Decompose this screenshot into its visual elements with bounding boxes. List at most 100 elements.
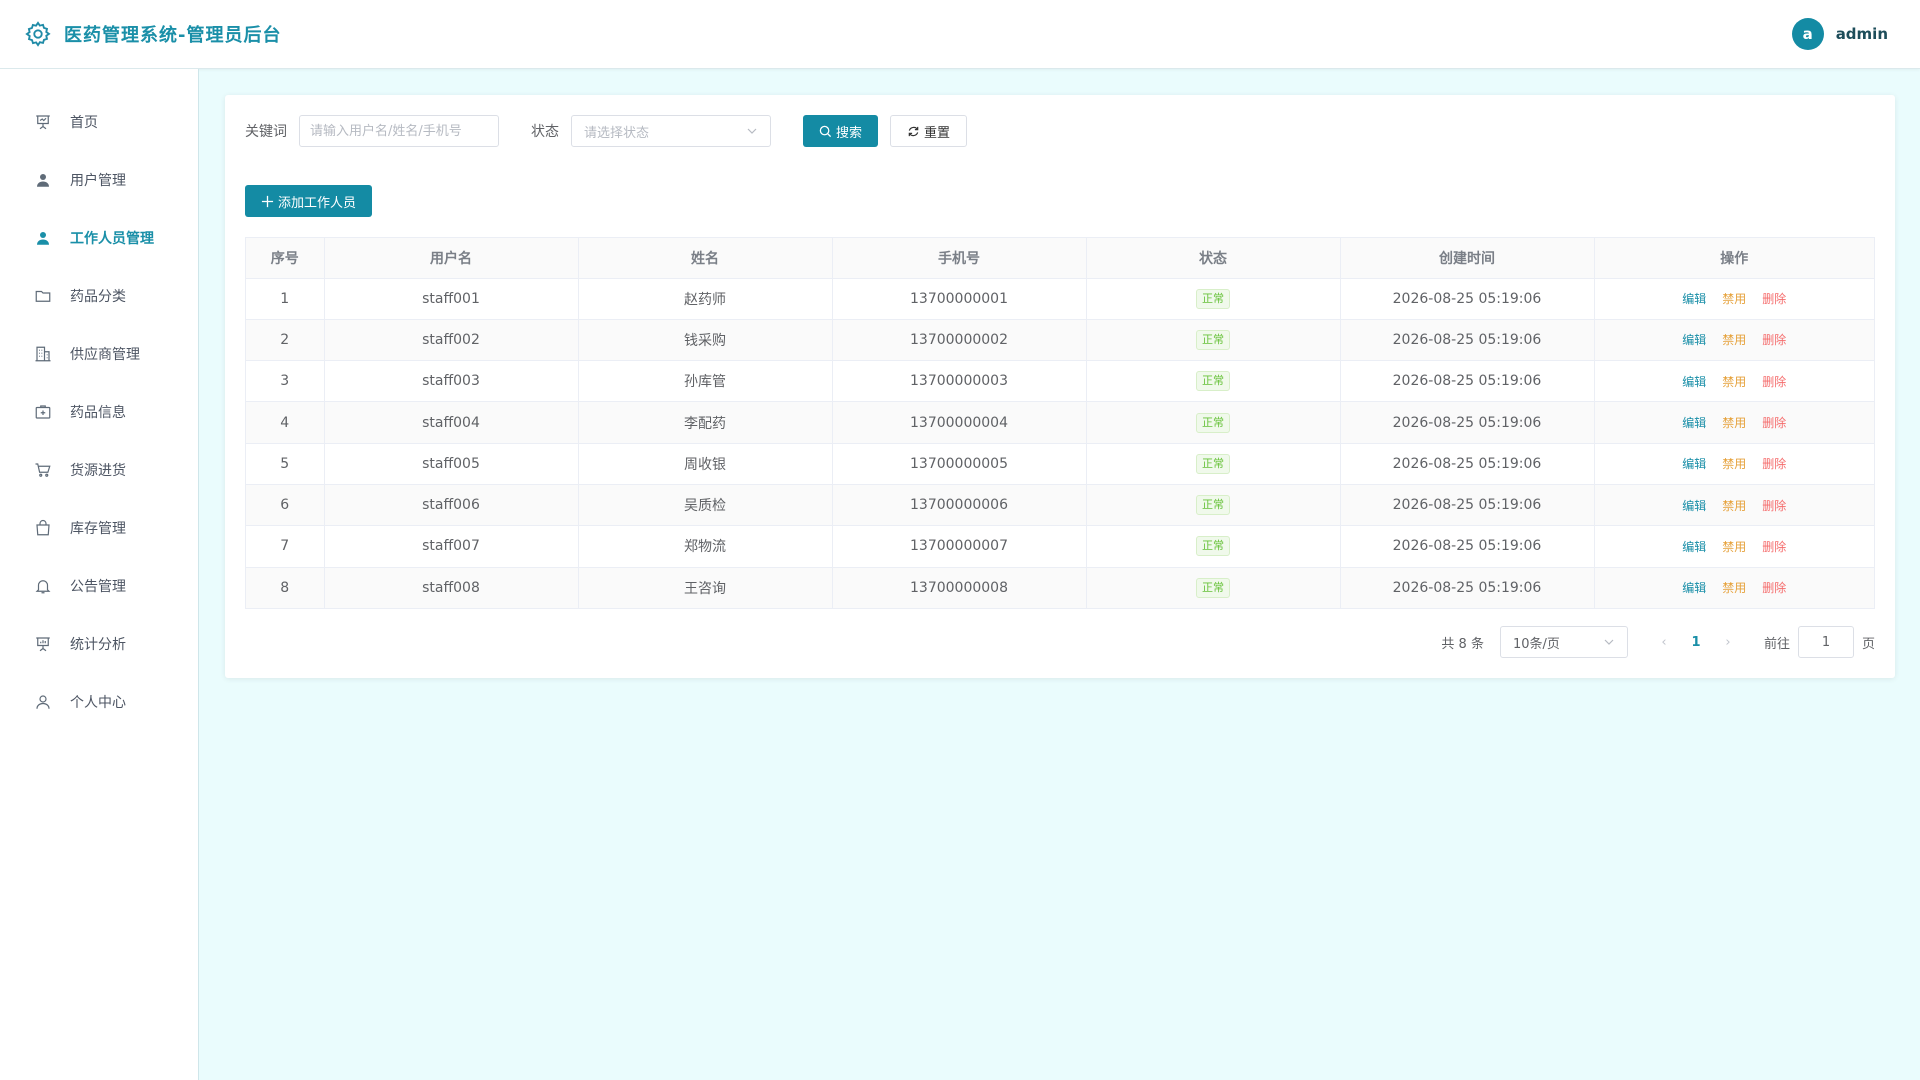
reset-button-label: 重置 — [924, 125, 951, 141]
staff-table: 序号 用户名 姓名 手机号 状态 创建时间 操作 1 staff001 赵药师 … — [245, 237, 1875, 609]
sidebar-item-label: 统计分析 — [70, 637, 126, 653]
edit-link[interactable]: 编辑 — [1682, 375, 1706, 389]
data-board-icon — [36, 637, 50, 652]
edit-link[interactable]: 编辑 — [1682, 292, 1706, 306]
page-number-current[interactable]: 1 — [1680, 635, 1712, 650]
cell-phone: 13700000002 — [832, 319, 1087, 362]
sidebar-item-label: 药品信息 — [70, 405, 126, 421]
cell-phone: 13700000007 — [832, 525, 1087, 568]
avatar[interactable]: a — [1791, 18, 1824, 50]
cell-name: 李配药 — [578, 401, 833, 444]
disable-link[interactable]: 禁用 — [1722, 416, 1746, 430]
cell-created: 2026-08-25 05:19:06 — [1340, 401, 1595, 444]
sidebar-item-purchase[interactable]: 货源进货 — [0, 441, 198, 499]
cell-username: staff002 — [324, 319, 579, 362]
cell-status: 正常 — [1086, 401, 1341, 444]
status-badge: 正常 — [1196, 412, 1230, 433]
edit-link[interactable]: 编辑 — [1682, 457, 1706, 471]
top-header: 医药管理系统-管理员后台 a admin — [0, 0, 1920, 69]
sidebar-item-home[interactable]: 首页 — [0, 93, 198, 151]
sidebar-item-label: 首页 — [70, 115, 98, 131]
reset-button[interactable]: 重置 — [890, 115, 968, 147]
delete-link[interactable]: 删除 — [1762, 333, 1786, 347]
sidebar-item-users[interactable]: 用户管理 — [0, 151, 198, 209]
disable-link[interactable]: 禁用 — [1722, 375, 1746, 389]
edit-link[interactable]: 编辑 — [1682, 416, 1706, 430]
cell-username: staff001 — [324, 278, 579, 320]
page-size-select[interactable]: 10条/页 — [1499, 626, 1628, 658]
edit-link[interactable]: 编辑 — [1682, 581, 1706, 595]
prev-page-icon[interactable]: ‹ — [1648, 635, 1680, 650]
building-icon — [35, 346, 51, 362]
user-menu[interactable]: a admin — [1791, 18, 1888, 50]
refresh-icon — [908, 126, 919, 136]
staff-management-card: 关键词 状态 请选择状态 搜索 重置 添加工作人员 序号 — [225, 95, 1895, 678]
cell-name: 孙库管 — [578, 360, 833, 403]
edit-link[interactable]: 编辑 — [1682, 540, 1706, 554]
cell-status: 正常 — [1086, 278, 1341, 320]
cell-index: 7 — [246, 525, 325, 568]
pagination-total: 共 8 条 — [1441, 636, 1484, 652]
sidebar-item-label: 供应商管理 — [70, 347, 140, 363]
add-staff-button[interactable]: 添加工作人员 — [245, 185, 373, 217]
shopping-bag-icon — [36, 519, 50, 536]
cell-username: staff003 — [324, 360, 579, 403]
keyword-input[interactable] — [299, 115, 499, 147]
search-button[interactable]: 搜索 — [803, 115, 879, 147]
sidebar-item-staff[interactable]: 工作人员管理 — [0, 209, 198, 267]
edit-link[interactable]: 编辑 — [1682, 499, 1706, 513]
cell-phone: 13700000004 — [832, 401, 1087, 444]
delete-link[interactable]: 删除 — [1762, 292, 1786, 306]
delete-link[interactable]: 删除 — [1762, 540, 1786, 554]
disable-link[interactable]: 禁用 — [1722, 457, 1746, 471]
sidebar-item-drug-category[interactable]: 药品分类 — [0, 267, 198, 325]
add-staff-button-label: 添加工作人员 — [278, 195, 357, 211]
disable-link[interactable]: 禁用 — [1722, 499, 1746, 513]
cell-actions: 编辑 禁用 删除 — [1594, 443, 1874, 485]
cell-status: 正常 — [1086, 484, 1341, 527]
sidebar-item-notice[interactable]: 公告管理 — [0, 557, 198, 615]
sidebar-item-supplier[interactable]: 供应商管理 — [0, 325, 198, 383]
status-select-placeholder: 请选择状态 — [584, 125, 650, 141]
username[interactable]: admin — [1836, 25, 1888, 43]
search-icon — [819, 125, 832, 137]
edit-link[interactable]: 编辑 — [1682, 333, 1706, 347]
next-page-icon[interactable]: › — [1712, 635, 1744, 650]
sidebar-item-profile[interactable]: 个人中心 — [0, 673, 198, 731]
sidebar-item-label: 工作人员管理 — [70, 231, 154, 247]
column-header-status: 状态 — [1086, 238, 1341, 279]
cell-username: staff004 — [324, 401, 579, 444]
disable-link[interactable]: 禁用 — [1722, 540, 1746, 554]
column-header-actions: 操作 — [1594, 238, 1874, 279]
delete-link[interactable]: 删除 — [1762, 581, 1786, 595]
sidebar-item-statistics[interactable]: 统计分析 — [0, 615, 198, 673]
disable-link[interactable]: 禁用 — [1722, 581, 1746, 595]
column-header-username: 用户名 — [324, 238, 579, 279]
sidebar-item-inventory[interactable]: 库存管理 — [0, 499, 198, 557]
sidebar-item-drug-info[interactable]: 药品信息 — [0, 383, 198, 441]
status-label: 状态 — [531, 124, 559, 140]
cell-phone: 13700000001 — [832, 278, 1087, 320]
disable-link[interactable]: 禁用 — [1722, 333, 1746, 347]
search-button-label: 搜索 — [836, 125, 863, 141]
status-select[interactable]: 请选择状态 — [571, 115, 771, 147]
delete-link[interactable]: 删除 — [1762, 457, 1786, 471]
cell-actions: 编辑 禁用 删除 — [1594, 525, 1874, 568]
table-row: 4 staff004 李配药 13700000004 正常 2026-08-25… — [246, 401, 1874, 444]
disable-link[interactable]: 禁用 — [1722, 292, 1746, 306]
cell-index: 3 — [246, 360, 325, 403]
goto-page-input[interactable] — [1797, 626, 1854, 658]
plus-icon — [261, 195, 274, 207]
page-unit-label: 页 — [1861, 636, 1875, 652]
delete-link[interactable]: 删除 — [1762, 375, 1786, 389]
delete-link[interactable]: 删除 — [1762, 416, 1786, 430]
sidebar-item-label: 药品分类 — [70, 289, 126, 305]
table-row: 2 staff002 钱采购 13700000002 正常 2026-08-25… — [246, 319, 1874, 362]
status-badge: 正常 — [1196, 577, 1230, 598]
cell-status: 正常 — [1086, 443, 1341, 485]
table-header-row: 序号 用户名 姓名 手机号 状态 创建时间 操作 — [246, 238, 1874, 279]
user-filled-icon — [37, 174, 49, 187]
delete-link[interactable]: 删除 — [1762, 499, 1786, 513]
cell-index: 6 — [246, 484, 325, 527]
user-filled-icon — [37, 232, 49, 245]
